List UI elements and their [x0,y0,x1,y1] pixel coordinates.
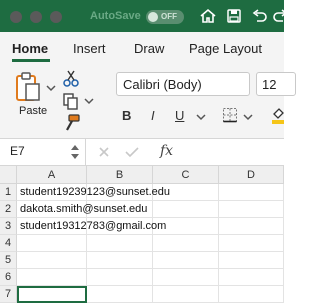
chevron-down-icon[interactable] [196,113,206,121]
cell-a3-value: student19312783@gmail.com [20,220,167,232]
row-header-1[interactable]: 1 [0,184,17,201]
select-all-corner[interactable] [0,166,17,184]
column-header-a[interactable]: A [17,166,87,184]
cell-b5[interactable] [87,252,153,269]
column-header-b[interactable]: B [87,166,153,184]
tab-insert[interactable]: Insert [73,41,106,56]
tab-page-layout[interactable]: Page Layout [189,41,262,56]
active-cell-outline [17,286,87,303]
cell-c6[interactable] [153,269,219,286]
cell-b6[interactable] [87,269,153,286]
row-header-3[interactable]: 3 [0,218,17,235]
undo-icon[interactable] [250,8,268,24]
autosave-toggle[interactable]: OFF [146,10,184,24]
toggle-knob [148,12,158,22]
home-icon[interactable] [199,8,217,24]
ribbon-tabs: Home Insert Draw Page Layout [0,32,284,64]
cell-d2[interactable] [219,201,284,218]
cancel-entry-icon[interactable] [98,146,110,158]
insert-function-button[interactable]: fx [160,143,173,159]
formula-bar: E7 fx [0,139,284,166]
cell-d6[interactable] [219,269,284,286]
cell-a2-value: dakota.smith@sunset.edu [20,203,148,215]
font-size-select[interactable]: 12 [256,72,296,96]
cell-a4[interactable] [17,235,87,252]
row-header-7[interactable]: 7 [0,286,17,303]
cell-d1[interactable] [219,184,284,201]
underline-button[interactable]: U [175,108,184,123]
chevron-down-icon[interactable] [84,97,94,105]
active-tab-indicator [12,59,50,62]
autosave-state: OFF [161,12,177,21]
cell-d4[interactable] [219,235,284,252]
copy-icon[interactable] [62,92,80,110]
cell-a1-value: student19239123@sunset.edu [20,186,171,198]
bold-button[interactable]: B [122,108,131,123]
chevron-down-icon[interactable] [243,113,253,121]
cell-b4[interactable] [87,235,153,252]
borders-icon[interactable] [222,107,238,123]
autosave-label: AutoSave [90,10,141,22]
cell-c7[interactable] [153,286,219,303]
font-name-value: Calibri (Body) [123,77,202,92]
cell-c5[interactable] [153,252,219,269]
cell-d3[interactable] [219,218,284,235]
paste-icon[interactable] [14,70,42,104]
row-header-2[interactable]: 2 [0,201,17,218]
cell-c2[interactable] [153,201,219,218]
row-header-6[interactable]: 6 [0,269,17,286]
font-size-value: 12 [262,77,277,92]
cell-a6[interactable] [17,269,87,286]
name-box[interactable]: E7 [0,139,86,165]
zoom-window-button[interactable] [50,11,62,23]
column-header-d[interactable]: D [219,166,284,184]
confirm-entry-icon[interactable] [125,146,139,158]
row-header-4[interactable]: 4 [0,235,17,252]
redo-icon[interactable] [272,8,290,24]
fill-color-icon[interactable] [272,106,284,124]
cell-a5[interactable] [17,252,87,269]
paste-label: Paste [19,105,48,117]
row-header-5[interactable]: 5 [0,252,17,269]
title-bar: AutoSave OFF [0,0,288,32]
cut-icon[interactable] [63,70,79,88]
cell-c4[interactable] [153,235,219,252]
italic-button[interactable]: I [151,108,155,123]
cell-b7[interactable] [87,286,153,303]
column-header-c[interactable]: C [153,166,219,184]
tab-home[interactable]: Home [12,41,48,56]
name-box-stepper-icon[interactable] [70,142,80,162]
tab-draw[interactable]: Draw [134,41,164,56]
ribbon-home: Paste Calibri (Body) 12 B I U [0,64,296,139]
minimize-window-button[interactable] [30,11,42,23]
close-window-button[interactable] [10,11,22,23]
save-icon[interactable] [225,8,243,24]
format-painter-icon[interactable] [62,114,80,132]
name-box-value: E7 [10,144,25,158]
font-name-select[interactable]: Calibri (Body) [116,72,250,96]
chevron-down-icon[interactable] [46,84,56,92]
cell-d7[interactable] [219,286,284,303]
cell-d5[interactable] [219,252,284,269]
